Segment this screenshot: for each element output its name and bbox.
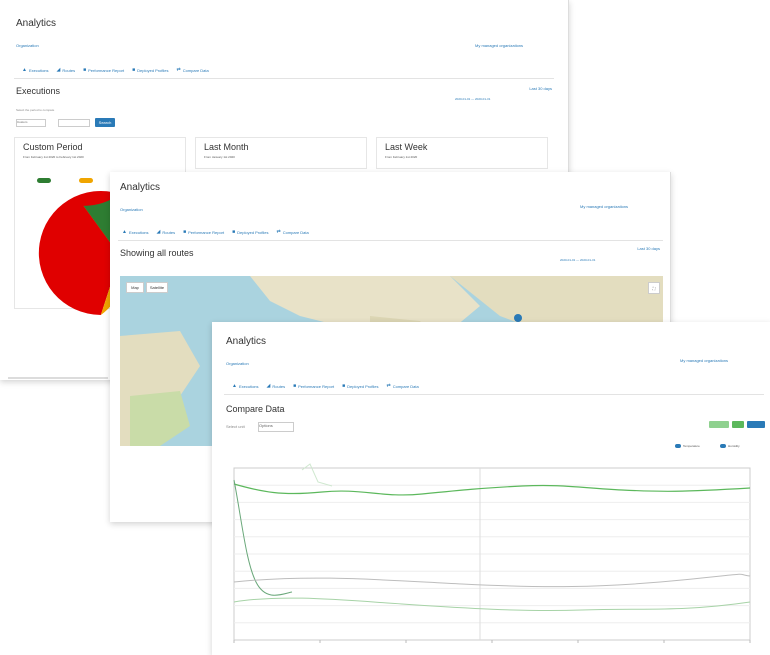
- settings-button[interactable]: [747, 421, 765, 428]
- tab-performance-report[interactable]: ■ Performance Report: [293, 383, 334, 389]
- section-title: Showing all routes: [120, 248, 194, 258]
- tab-compare-data[interactable]: ⇄ Compare Data: [277, 229, 309, 235]
- tab-routes[interactable]: ◢ Routes: [57, 67, 76, 73]
- chart-icon: ▲: [22, 67, 27, 73]
- tab-bar: ▲ Executions ◢ Routes ■ Performance Report …: [122, 229, 309, 235]
- export-button[interactable]: [709, 421, 729, 428]
- organization-link[interactable]: Organization: [16, 43, 39, 48]
- route-icon: ◢: [266, 383, 271, 389]
- tab-divider: [224, 394, 764, 395]
- tab-routes[interactable]: ◢ Routes: [157, 229, 176, 235]
- tab-bar: ▲ Executions ◢ Routes ■ Performance Report …: [22, 67, 209, 73]
- period-toggle-label[interactable]: Last 30 days: [480, 86, 552, 91]
- tab-executions[interactable]: ▲ Executions: [22, 67, 49, 73]
- tab-compare-data[interactable]: ⇄ Compare Data: [177, 67, 209, 73]
- fullscreen-icon[interactable]: ⛶: [648, 282, 660, 294]
- section-title: Compare Data: [226, 404, 285, 414]
- toggle-switch[interactable]: [675, 444, 681, 448]
- compare-icon: ⇄: [276, 229, 281, 235]
- card-title: Last Month: [204, 142, 249, 152]
- card-title: Last Week: [385, 142, 428, 152]
- compare-icon: ⇄: [176, 67, 181, 73]
- tab-bar: ▲ Executions ◢ Routes ■ Performance Report …: [232, 383, 419, 389]
- app-title: Analytics: [16, 18, 57, 29]
- toggle-switch[interactable]: [720, 444, 726, 448]
- add-button[interactable]: [732, 421, 744, 428]
- tab-deployed-profiles[interactable]: ■ Deployed Profiles: [132, 67, 168, 73]
- organization-link[interactable]: Organization: [120, 207, 143, 212]
- app-title: Analytics: [226, 336, 267, 347]
- card-subtitle: From January 1st 2020: [204, 155, 235, 159]
- legend-ok-pill: [37, 178, 51, 183]
- map-type-satellite-button[interactable]: Satellite: [146, 282, 168, 293]
- compare-panel: Analytics Organization My managed organi…: [212, 322, 770, 655]
- card-subtitle: From February 1st 2020 to February 1st 2…: [23, 155, 84, 159]
- tab-deployed-profiles[interactable]: ■ Deployed Profiles: [232, 229, 268, 235]
- tab-executions[interactable]: ▲ Executions: [122, 229, 149, 235]
- app-title: Analytics: [120, 182, 161, 193]
- profile-icon: ■: [132, 67, 136, 73]
- period-select-secondary[interactable]: [58, 119, 90, 127]
- tab-performance-report[interactable]: ■ Performance Report: [83, 67, 124, 73]
- panel-shadow: [8, 377, 108, 379]
- card-subtitle: From February 1st 2020: [385, 155, 418, 159]
- toggle-humidity[interactable]: Humidity: [720, 444, 740, 448]
- legend-error-pill: [79, 178, 93, 183]
- report-icon: ■: [293, 383, 297, 389]
- route-marker-icon[interactable]: [514, 314, 522, 322]
- chart-icon: ▲: [122, 229, 127, 235]
- section-title: Executions: [16, 86, 61, 96]
- tab-performance-report[interactable]: ■ Performance Report: [183, 229, 224, 235]
- tab-compare-data[interactable]: ⇄ Compare Data: [387, 383, 419, 389]
- profile-icon: ■: [232, 229, 236, 235]
- unit-select[interactable]: Options: [258, 422, 294, 432]
- compare-line-chart: [233, 463, 751, 643]
- date-range: 2020-01-01 — 2020-01-31: [455, 97, 491, 101]
- report-icon: ■: [83, 67, 87, 73]
- toggle-temperature[interactable]: Temperature: [675, 444, 700, 448]
- period-select[interactable]: Custom: [16, 119, 46, 127]
- card-last-week: Last Week From February 1st 2020: [376, 137, 548, 169]
- organization-link[interactable]: Organization: [226, 361, 249, 366]
- map-type-map-button[interactable]: Map: [126, 282, 144, 293]
- managed-organizations-link[interactable]: My managed organizations: [680, 358, 728, 363]
- chart-icon: ▲: [232, 383, 237, 389]
- select-unit-label: Select unit: [226, 424, 245, 429]
- tab-divider: [118, 240, 663, 241]
- search-button[interactable]: Search: [95, 118, 115, 127]
- tab-routes[interactable]: ◢ Routes: [267, 383, 286, 389]
- date-range: 2020-01-01 — 2020-01-31: [560, 258, 596, 262]
- tab-divider: [14, 78, 554, 79]
- managed-organizations-link[interactable]: My managed organizations: [475, 43, 523, 48]
- filter-label: Select the period to compare: [16, 108, 55, 112]
- profile-icon: ■: [342, 383, 346, 389]
- card-title: Custom Period: [23, 142, 83, 152]
- managed-organizations-link[interactable]: My managed organizations: [580, 204, 628, 209]
- route-icon: ◢: [56, 67, 61, 73]
- report-icon: ■: [183, 229, 187, 235]
- tab-executions[interactable]: ▲ Executions: [232, 383, 259, 389]
- tab-deployed-profiles[interactable]: ■ Deployed Profiles: [342, 383, 378, 389]
- period-toggle-label[interactable]: Last 30 days: [580, 246, 660, 251]
- card-last-month: Last Month From January 1st 2020: [195, 137, 367, 169]
- compare-icon: ⇄: [386, 383, 391, 389]
- route-icon: ◢: [156, 229, 161, 235]
